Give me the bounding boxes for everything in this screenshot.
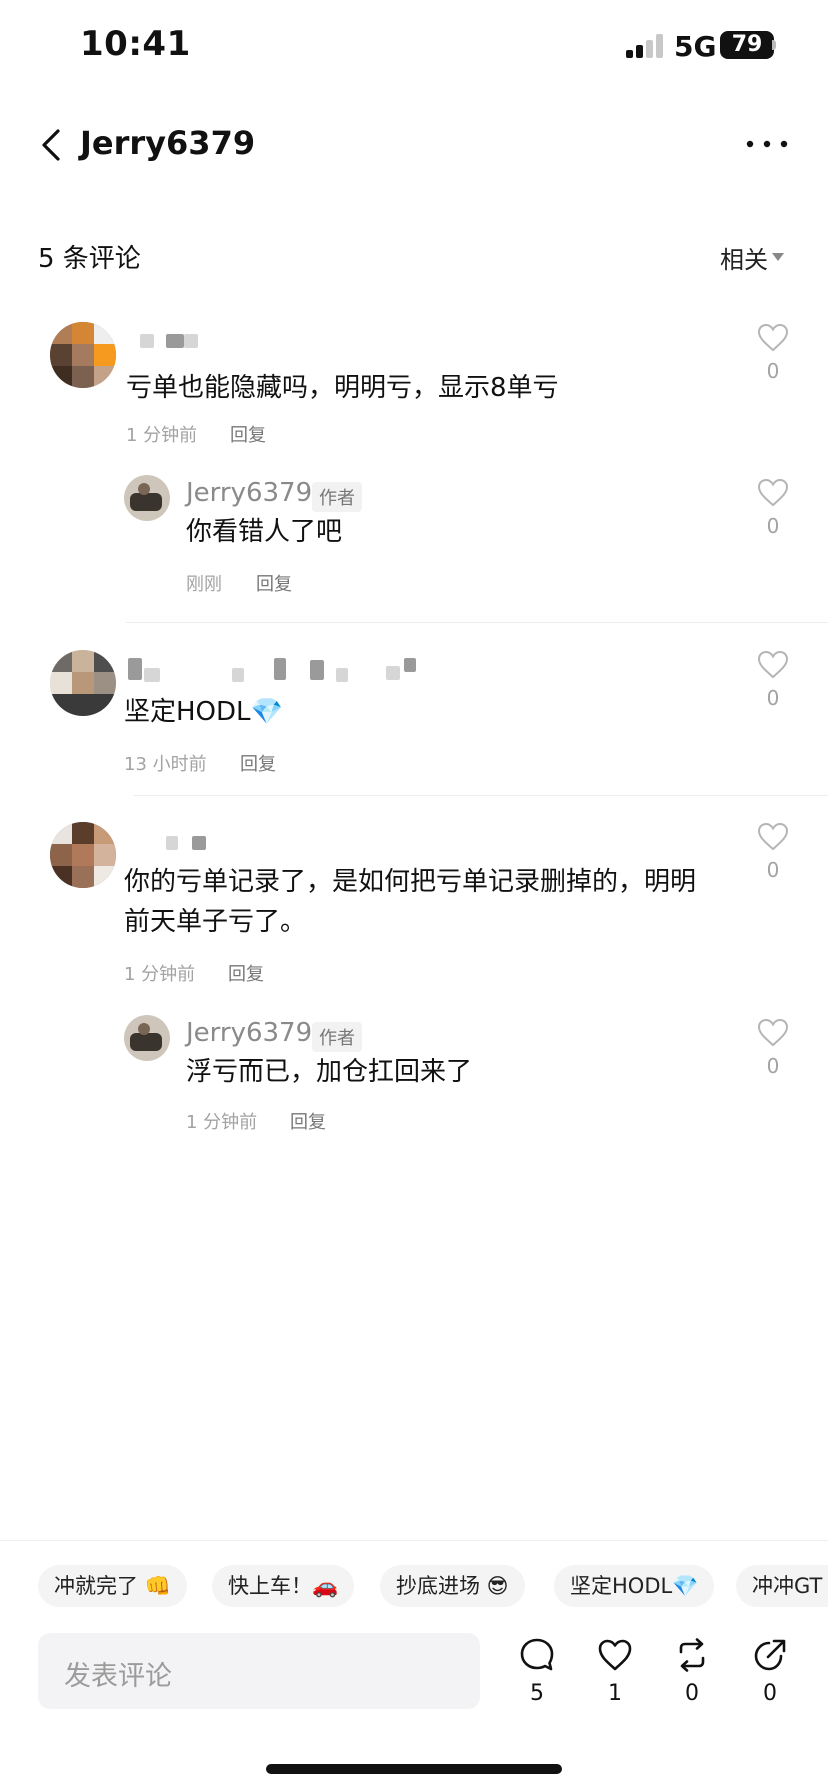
- author-badge: 作者: [312, 1022, 362, 1052]
- shares-count: 0: [763, 1681, 777, 1706]
- comment-time: 1 分钟前: [124, 964, 196, 985]
- comment-time: 13 小时前: [124, 754, 207, 775]
- page-title: Jerry6379: [80, 124, 256, 162]
- comments-count: 5: [530, 1681, 544, 1706]
- avatar[interactable]: [50, 650, 116, 716]
- caret-down-icon[interactable]: [772, 253, 784, 261]
- bottom-divider: [0, 1540, 828, 1541]
- avatar[interactable]: [124, 475, 170, 521]
- comment-text: 坚定HODL💎: [124, 697, 283, 727]
- reply-text: 你看错人了吧: [186, 517, 343, 547]
- avatar[interactable]: [124, 1015, 170, 1061]
- avatar[interactable]: [50, 822, 116, 888]
- sort-dropdown[interactable]: 相关: [720, 240, 768, 275]
- quick-reply-chip[interactable]: 冲冲GT: [736, 1565, 828, 1607]
- like-count: 0: [766, 858, 780, 882]
- comment-time: 1 分钟前: [126, 425, 198, 446]
- repost-icon[interactable]: [673, 1636, 711, 1674]
- more-options-icon[interactable]: [744, 132, 790, 156]
- network-type: 5G: [674, 30, 717, 63]
- quick-reply-chip[interactable]: 冲就完了 👊: [38, 1565, 187, 1607]
- heart-icon[interactable]: [756, 478, 790, 508]
- quick-reply-chip[interactable]: 坚定HODL💎: [554, 1565, 715, 1607]
- like-count: 0: [766, 514, 780, 538]
- username-redacted: [140, 334, 200, 348]
- share-icon[interactable]: [751, 1636, 789, 1674]
- likes-count: 1: [608, 1681, 622, 1706]
- divider: [126, 622, 828, 623]
- quick-reply-chip[interactable]: 快上车！🚗: [212, 1565, 355, 1607]
- reply-time: 刚刚: [186, 574, 222, 595]
- cellular-signal-icon: [626, 34, 664, 58]
- back-chevron-icon[interactable]: [38, 128, 64, 162]
- reply-button[interactable]: 回复: [256, 570, 292, 596]
- username-redacted: [128, 658, 428, 682]
- heart-icon[interactable]: [756, 822, 790, 852]
- heart-icon[interactable]: [756, 650, 790, 680]
- reply-time: 1 分钟前: [186, 1112, 258, 1133]
- like-count: 0: [766, 1054, 780, 1078]
- home-indicator: [266, 1764, 562, 1774]
- like-count: 0: [766, 686, 780, 710]
- author-badge: 作者: [312, 482, 362, 512]
- battery-icon: 79: [720, 31, 774, 59]
- battery-tip: [772, 40, 776, 50]
- reply-button[interactable]: 回复: [240, 750, 276, 776]
- heart-icon[interactable]: [756, 1018, 790, 1048]
- like-count: 0: [766, 359, 780, 383]
- comment-text-line2: 前天单子亏了。: [124, 907, 307, 937]
- heart-outline-icon[interactable]: [596, 1636, 634, 1674]
- avatar[interactable]: [50, 322, 116, 388]
- divider: [134, 795, 828, 796]
- username-redacted: [166, 836, 216, 850]
- comment-count: 5 条评论: [38, 244, 141, 274]
- quick-reply-chip[interactable]: 抄底进场 😎: [380, 1565, 525, 1607]
- comment-input-placeholder[interactable]: 发表评论: [64, 1654, 172, 1693]
- status-time: 10:41: [80, 24, 191, 64]
- reply-button[interactable]: 回复: [230, 421, 266, 447]
- reply-username[interactable]: Jerry6379: [186, 1018, 312, 1048]
- reply-username[interactable]: Jerry6379: [186, 478, 312, 508]
- heart-icon[interactable]: [756, 323, 790, 353]
- reply-text: 浮亏而已，加仓扛回来了: [186, 1057, 473, 1087]
- reposts-count: 0: [685, 1681, 699, 1706]
- comment-bubble-icon[interactable]: [518, 1636, 556, 1674]
- comment-text: 亏单也能隐藏吗，明明亏，显示8单亏: [126, 373, 559, 403]
- reply-button[interactable]: 回复: [228, 960, 264, 986]
- reply-button[interactable]: 回复: [290, 1108, 326, 1134]
- comment-text-line1: 你的亏单记录了，是如何把亏单记录删掉的，明明: [124, 867, 697, 897]
